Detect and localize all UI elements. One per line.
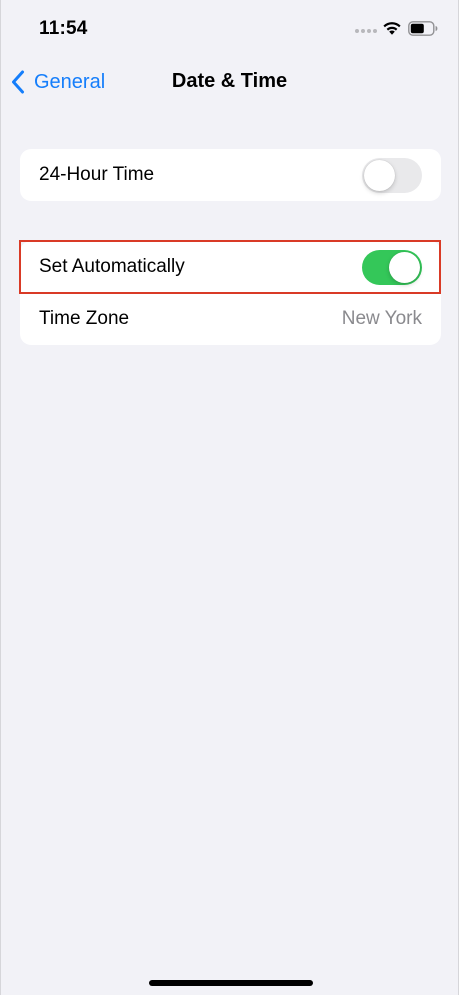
row-time-zone[interactable]: Time Zone New York — [20, 293, 441, 345]
home-indicator — [149, 980, 313, 986]
toggle-knob — [389, 252, 420, 283]
24-hour-time-toggle[interactable] — [362, 158, 422, 193]
set-automatically-toggle[interactable] — [362, 250, 422, 285]
status-time: 11:54 — [39, 18, 88, 39]
row-label: 24-Hour Time — [39, 164, 155, 185]
time-zone-value: New York — [341, 308, 422, 329]
settings-group-date-time: Set Automatically Time Zone New York — [20, 241, 441, 345]
settings-screen: 11:54 General Date & Time 24-Hour Time S… — [0, 0, 459, 995]
status-bar: 11:54 — [1, 0, 458, 60]
toggle-knob — [364, 160, 395, 191]
wifi-icon — [383, 22, 401, 35]
page-title: Date & Time — [171, 70, 288, 92]
row-label: Time Zone — [39, 308, 130, 329]
row-24-hour-time: 24-Hour Time — [20, 149, 441, 201]
row-label: Set Automatically — [39, 256, 185, 277]
navigation-bar: General Date & Time — [1, 60, 458, 104]
row-set-automatically: Set Automatically — [20, 241, 441, 294]
settings-group-time-format: 24-Hour Time — [20, 149, 441, 201]
signal-dots-icon — [355, 29, 377, 34]
battery-icon — [408, 21, 438, 36]
